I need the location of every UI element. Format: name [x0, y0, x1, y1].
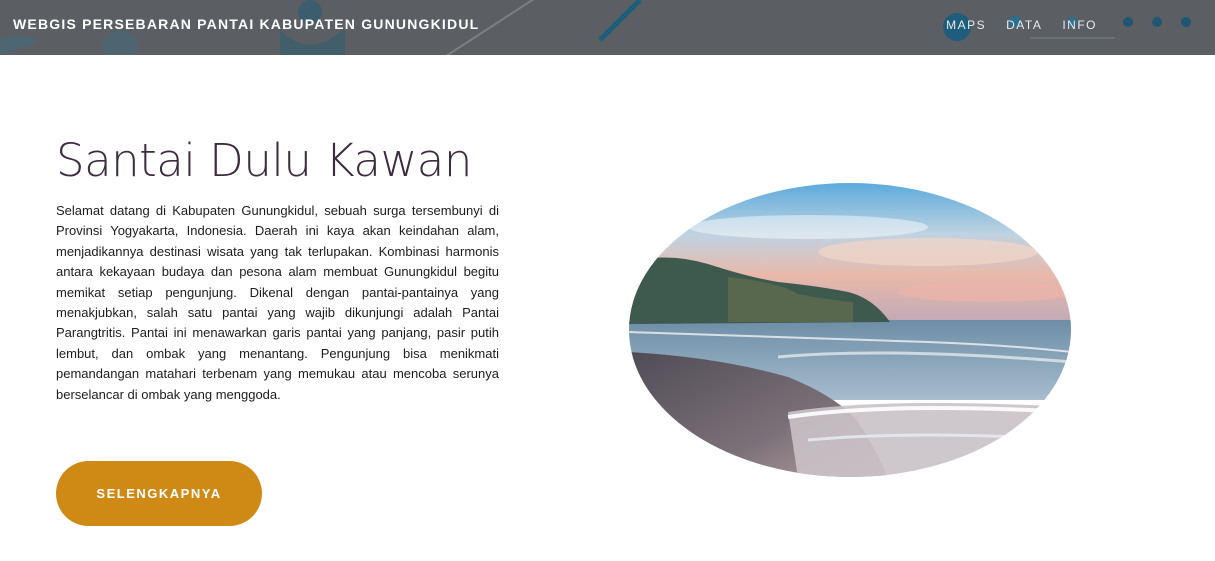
nav-maps[interactable]: MAPS [936, 18, 996, 32]
hero-title: Santai Dulu Kawan [56, 134, 472, 187]
read-more-button[interactable]: SELENGKAPNYA [56, 461, 262, 526]
navbar: WEBGIS PERSEBARAN PANTAI KABUPATEN GUNUN… [0, 0, 1215, 55]
beach-photo [629, 183, 1071, 477]
hero-description: Selamat datang di Kabupaten Gunungkidul,… [56, 203, 499, 402]
site-brand[interactable]: WEBGIS PERSEBARAN PANTAI KABUPATEN GUNUN… [13, 16, 479, 32]
main-menu: MAPS DATA INFO [936, 18, 1107, 32]
nav-data[interactable]: DATA [996, 18, 1052, 32]
nav-info[interactable]: INFO [1052, 18, 1107, 32]
